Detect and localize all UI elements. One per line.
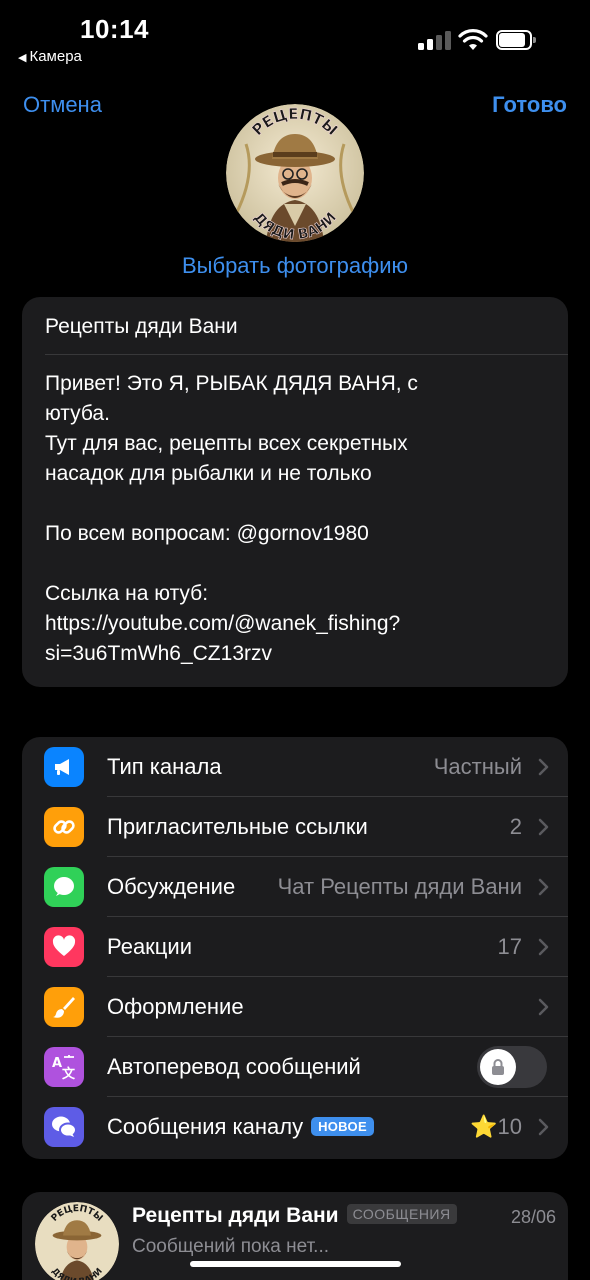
back-to-app-link[interactable]: ◀ Камера: [18, 48, 82, 65]
chat-last-message: Сообщений пока нет...: [132, 1236, 330, 1257]
settings-row-value: 17: [497, 934, 522, 959]
brush-icon: [44, 987, 84, 1027]
chevron-right-icon: [538, 818, 549, 836]
chat-title: Рецепты дяди Вани СООБЩЕНИЯ: [132, 1204, 457, 1228]
lock-icon: [492, 1059, 504, 1075]
settings-row-invite-links[interactable]: Пригласительные ссылки 2: [22, 797, 568, 857]
settings-row-reactions[interactable]: Реакции 17: [22, 917, 568, 977]
chevron-right-icon: [538, 758, 549, 776]
messages-icon: [44, 1107, 84, 1147]
settings-row-label: Обсуждение: [107, 874, 236, 899]
home-indicator[interactable]: [190, 1261, 401, 1267]
choose-photo-button[interactable]: Выбрать фотографию: [0, 253, 590, 279]
description-paragraph: Ссылка на ютуб: https://youtube.com/@wan…: [45, 582, 401, 665]
auto-translate-toggle[interactable]: [477, 1046, 547, 1088]
chevron-right-icon: [538, 1118, 549, 1136]
battery-icon: [496, 30, 536, 50]
settings-row-value: 2: [509, 814, 522, 839]
status-time: 10:14: [80, 14, 149, 44]
settings-row-label: Сообщения каналу НОВОЕ: [107, 1114, 374, 1140]
settings-row-channel-messages[interactable]: Сообщения каналу НОВОЕ ⭐10: [22, 1097, 568, 1157]
svg-text:A: A: [52, 1056, 62, 1071]
settings-row-label: Реакции: [107, 934, 192, 959]
chevron-right-icon: [538, 998, 549, 1016]
new-badge: НОВОЕ: [311, 1117, 374, 1136]
channel-info-card: Рецепты дяди Вани Привет! Это Я, РЫБАК Д…: [22, 297, 568, 687]
settings-row-label: Автоперевод сообщений: [107, 1054, 361, 1079]
back-triangle-icon: ◀: [18, 52, 27, 64]
settings-row-label: Оформление: [107, 994, 244, 1019]
settings-row-label-text: Сообщения каналу: [107, 1114, 304, 1139]
channel-logo-image: РЕЦЕПТЫ ДЯДИ ВАНИ: [226, 104, 364, 242]
translate-icon: A文: [44, 1047, 84, 1087]
chevron-right-icon: [538, 938, 549, 956]
chat-title-text: Рецепты дяди Вани: [132, 1204, 339, 1227]
heart-icon: [44, 927, 84, 967]
toggle-knob: [480, 1049, 516, 1085]
megaphone-icon: [44, 747, 84, 787]
settings-row-appearance[interactable]: Оформление: [22, 977, 568, 1037]
stars-count: 10: [497, 1114, 522, 1139]
divider: [45, 354, 568, 355]
chat-avatar: РЕЦЕПТЫ ДЯДИ ВАНИ: [35, 1202, 119, 1280]
settings-row-label: Тип канала: [107, 754, 222, 779]
wifi-icon: [458, 29, 488, 50]
link-icon: [44, 807, 84, 847]
settings-row-channel-type[interactable]: Тип канала Частный: [22, 737, 568, 797]
channel-settings-list: Тип канала Частный Пригласительные ссылк…: [22, 737, 568, 1159]
cellular-signal-icon: [418, 30, 452, 50]
back-app-label: Камера: [29, 48, 82, 65]
settings-row-value: Чат Рецепты дяди Вани: [277, 874, 522, 899]
settings-row-auto-translate[interactable]: A文 Автоперевод сообщений: [22, 1037, 568, 1097]
settings-row-value: Частный: [433, 754, 522, 779]
settings-row-discussion[interactable]: Обсуждение Чат Рецепты дяди Вани: [22, 857, 568, 917]
description-paragraph: Привет! Это Я, РЫБАК ДЯДЯ ВАНЯ, с ютуба.…: [45, 372, 418, 485]
channel-name-input[interactable]: Рецепты дяди Вани: [45, 315, 238, 339]
channel-edit-screen: 10:14 ◀ Камера Отмена Готово РЕЦЕПТЫ ДЯД…: [0, 0, 590, 1280]
svg-text:文: 文: [62, 1066, 76, 1081]
channel-description-input[interactable]: Привет! Это Я, РЫБАК ДЯДЯ ВАНЯ, с ютуба.…: [45, 369, 545, 669]
chat-date: 28/06: [510, 1207, 556, 1227]
done-button[interactable]: Готово: [492, 92, 567, 118]
description-paragraph: По всем вопросам: @gornov1980: [45, 522, 369, 545]
cancel-button[interactable]: Отмена: [23, 92, 102, 118]
channel-avatar[interactable]: РЕЦЕПТЫ ДЯДИ ВАНИ: [226, 104, 364, 242]
star-icon: ⭐: [470, 1114, 498, 1139]
settings-row-value: ⭐10: [470, 1114, 522, 1140]
channel-logo-image: РЕЦЕПТЫ ДЯДИ ВАНИ: [35, 1202, 119, 1280]
chevron-right-icon: [538, 878, 549, 896]
chat-bubble-icon: [44, 867, 84, 907]
messages-tag: СООБЩЕНИЯ: [346, 1204, 457, 1224]
settings-row-label: Пригласительные ссылки: [107, 814, 368, 839]
